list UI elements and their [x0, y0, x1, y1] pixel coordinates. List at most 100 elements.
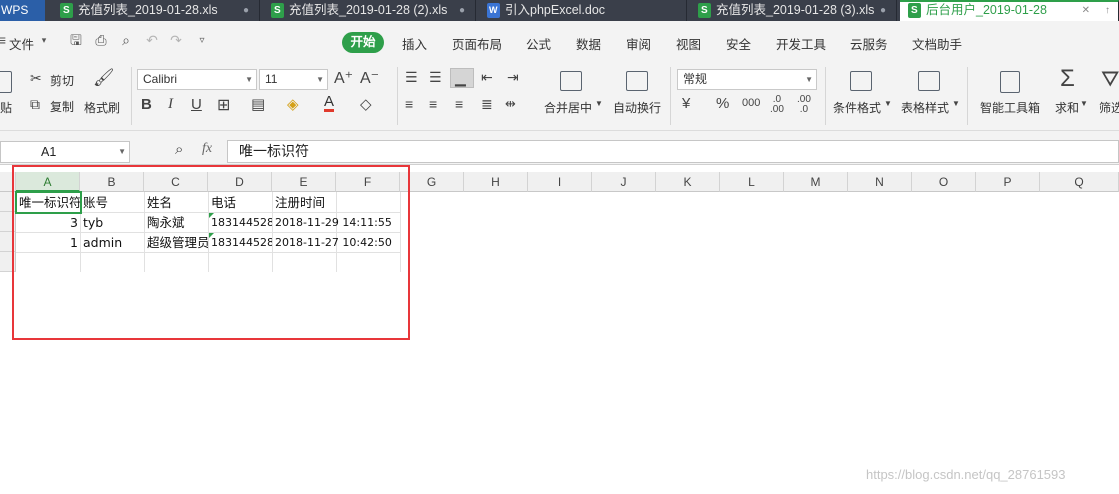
merge-center-icon[interactable] [560, 71, 582, 91]
paste-icon[interactable] [0, 71, 12, 93]
chevron-down-icon[interactable]: ▼ [595, 99, 603, 108]
unsaved-dot-icon[interactable]: ● [243, 0, 249, 21]
copy-button[interactable]: 复制 [50, 98, 74, 115]
currency-icon[interactable]: ¥ [682, 95, 690, 112]
chevron-down-icon[interactable]: ▾ [36, 33, 52, 48]
zoom-search-icon[interactable]: ⌕ [175, 141, 183, 158]
clear-format-icon[interactable]: ◇ [360, 95, 372, 113]
tab-data[interactable]: 数据 [576, 34, 601, 53]
smart-toolbox-button[interactable]: 智能工具箱 [980, 99, 1040, 116]
borders-icon[interactable]: ⊞ [217, 95, 230, 115]
column-header-q[interactable]: Q [1040, 172, 1119, 192]
doc-tab-2[interactable]: 充值列表_2019-01-28 (2).xls ● [263, 0, 476, 21]
justify-icon[interactable]: ≣ [481, 96, 493, 113]
format-painter-button[interactable]: 格式刷 [84, 99, 120, 116]
number-format-select[interactable]: 常规 ▼ [677, 69, 817, 90]
decrease-decimal-icon[interactable]: .00.0 [797, 95, 811, 115]
scissors-icon[interactable]: ✂ [30, 70, 42, 87]
print-preview-icon[interactable]: ⌕ [118, 33, 134, 48]
tab-home[interactable]: 开始 [342, 32, 384, 53]
column-header-o[interactable]: O [912, 172, 976, 192]
sum-button[interactable]: 求和 [1055, 99, 1079, 116]
file-menu[interactable]: 文件 [9, 34, 34, 53]
font-size-select[interactable]: 11 ▼ [259, 69, 328, 90]
tab-cloud-services[interactable]: 云服务 [850, 34, 888, 53]
table-style-icon[interactable] [918, 71, 940, 91]
wps-logo[interactable]: WPS [0, 0, 45, 21]
redo-icon[interactable]: ↷ [168, 33, 184, 48]
chevron-down-icon[interactable]: ▼ [1080, 99, 1088, 108]
tab-insert[interactable]: 插入 [402, 34, 427, 53]
tab-security[interactable]: 安全 [726, 34, 751, 53]
decrease-font-icon[interactable]: A⁻ [360, 68, 379, 88]
chevron-down-icon[interactable]: ▼ [884, 99, 892, 108]
format-painter-icon[interactable]: 🖌 [93, 68, 115, 88]
column-header-j[interactable]: J [592, 172, 656, 192]
cell-fill-icon[interactable]: ▤ [251, 95, 265, 113]
align-right-icon[interactable]: ≡ [455, 96, 463, 112]
align-middle-icon[interactable]: ☰ [429, 69, 442, 86]
underline-icon[interactable]: U [191, 96, 202, 113]
font-color-icon[interactable]: A [324, 94, 335, 112]
tab-review[interactable]: 审阅 [626, 34, 651, 53]
unsaved-dot-icon[interactable]: ● [459, 0, 465, 21]
doc-tab-active[interactable]: 后台用户_2019-01-28 ✕ ↑ [900, 0, 1119, 21]
conditional-format-icon[interactable] [850, 71, 872, 91]
chevron-down-icon[interactable]: ▼ [952, 99, 960, 108]
increase-font-icon[interactable]: A⁺ [334, 68, 353, 88]
tab-view[interactable]: 视图 [676, 34, 701, 53]
sum-icon[interactable]: Σ [1060, 65, 1075, 93]
font-name-select[interactable]: Calibri ▼ [137, 69, 257, 90]
increase-indent-icon[interactable]: ⇥ [507, 69, 519, 86]
formula-input[interactable]: 唯一标识符 [227, 140, 1119, 163]
copy-icon[interactable]: ⧉ [30, 96, 40, 113]
merge-center-button[interactable]: 合并居中 [544, 99, 592, 116]
bold-icon[interactable]: B [141, 96, 152, 113]
column-header-k[interactable]: K [656, 172, 720, 192]
wrap-text-icon[interactable] [626, 71, 648, 91]
paste-button-label[interactable]: 贴 [0, 99, 12, 116]
decrease-indent-icon[interactable]: ⇤ [481, 69, 493, 86]
tab-document-assistant[interactable]: 文档助手 [912, 34, 962, 53]
tab-page-layout[interactable]: 页面布局 [452, 34, 502, 53]
arrow-up-icon[interactable]: ↑ [1105, 2, 1110, 21]
column-header-l[interactable]: L [720, 172, 784, 192]
align-top-icon[interactable]: ☰ [405, 69, 418, 86]
table-style-button[interactable]: 表格样式 [901, 99, 949, 116]
tab-developer[interactable]: 开发工具 [776, 34, 826, 53]
column-header-m[interactable]: M [784, 172, 848, 192]
doc-tab-1[interactable]: 充值列表_2019-01-28.xls ● [52, 0, 260, 21]
column-header-n[interactable]: N [848, 172, 912, 192]
conditional-format-button[interactable]: 条件格式 [833, 99, 881, 116]
column-header-i[interactable]: I [528, 172, 592, 192]
column-header-h[interactable]: H [464, 172, 528, 192]
italic-icon[interactable]: I [168, 96, 173, 113]
divider [397, 67, 398, 125]
cut-button[interactable]: 剪切 [50, 72, 74, 89]
thousands-icon[interactable]: 000 [742, 97, 760, 109]
doc-tab-4[interactable]: 充值列表_2019-01-28 (3).xls ● [690, 0, 897, 21]
close-icon[interactable]: ✕ [1082, 2, 1090, 21]
align-left-icon[interactable]: ≡ [405, 96, 413, 112]
print-icon[interactable]: ⎙ [93, 33, 109, 48]
doc-tab-3[interactable]: 引入phpExcel.doc [479, 0, 687, 21]
undo-icon[interactable]: ↶ [144, 33, 160, 48]
word-file-icon [487, 0, 500, 21]
increase-decimal-icon[interactable]: .0.00 [770, 95, 784, 115]
customize-toolbar-icon[interactable]: ▿ [194, 33, 210, 48]
unsaved-dot-icon[interactable]: ● [880, 0, 886, 21]
column-header-p[interactable]: P [976, 172, 1040, 192]
distribute-icon[interactable]: ⇹ [505, 96, 516, 112]
fx-icon[interactable]: fx [202, 141, 212, 157]
wrap-text-button[interactable]: 自动换行 [613, 99, 661, 116]
save-icon[interactable]: 🖫 [68, 33, 84, 48]
tab-formulas[interactable]: 公式 [526, 34, 551, 53]
percent-icon[interactable]: % [716, 95, 729, 112]
name-box[interactable]: A1 ▼ [0, 141, 130, 163]
align-center-icon[interactable]: ≡ [429, 96, 437, 112]
filter-icon[interactable]: ⛛ [1101, 66, 1119, 92]
chevron-down-icon[interactable]: ▼ [118, 142, 126, 162]
smart-toolbox-icon[interactable] [1000, 71, 1020, 93]
filter-button[interactable]: 筛选 [1099, 99, 1119, 116]
highlight-color-icon[interactable]: ◈ [287, 95, 299, 113]
